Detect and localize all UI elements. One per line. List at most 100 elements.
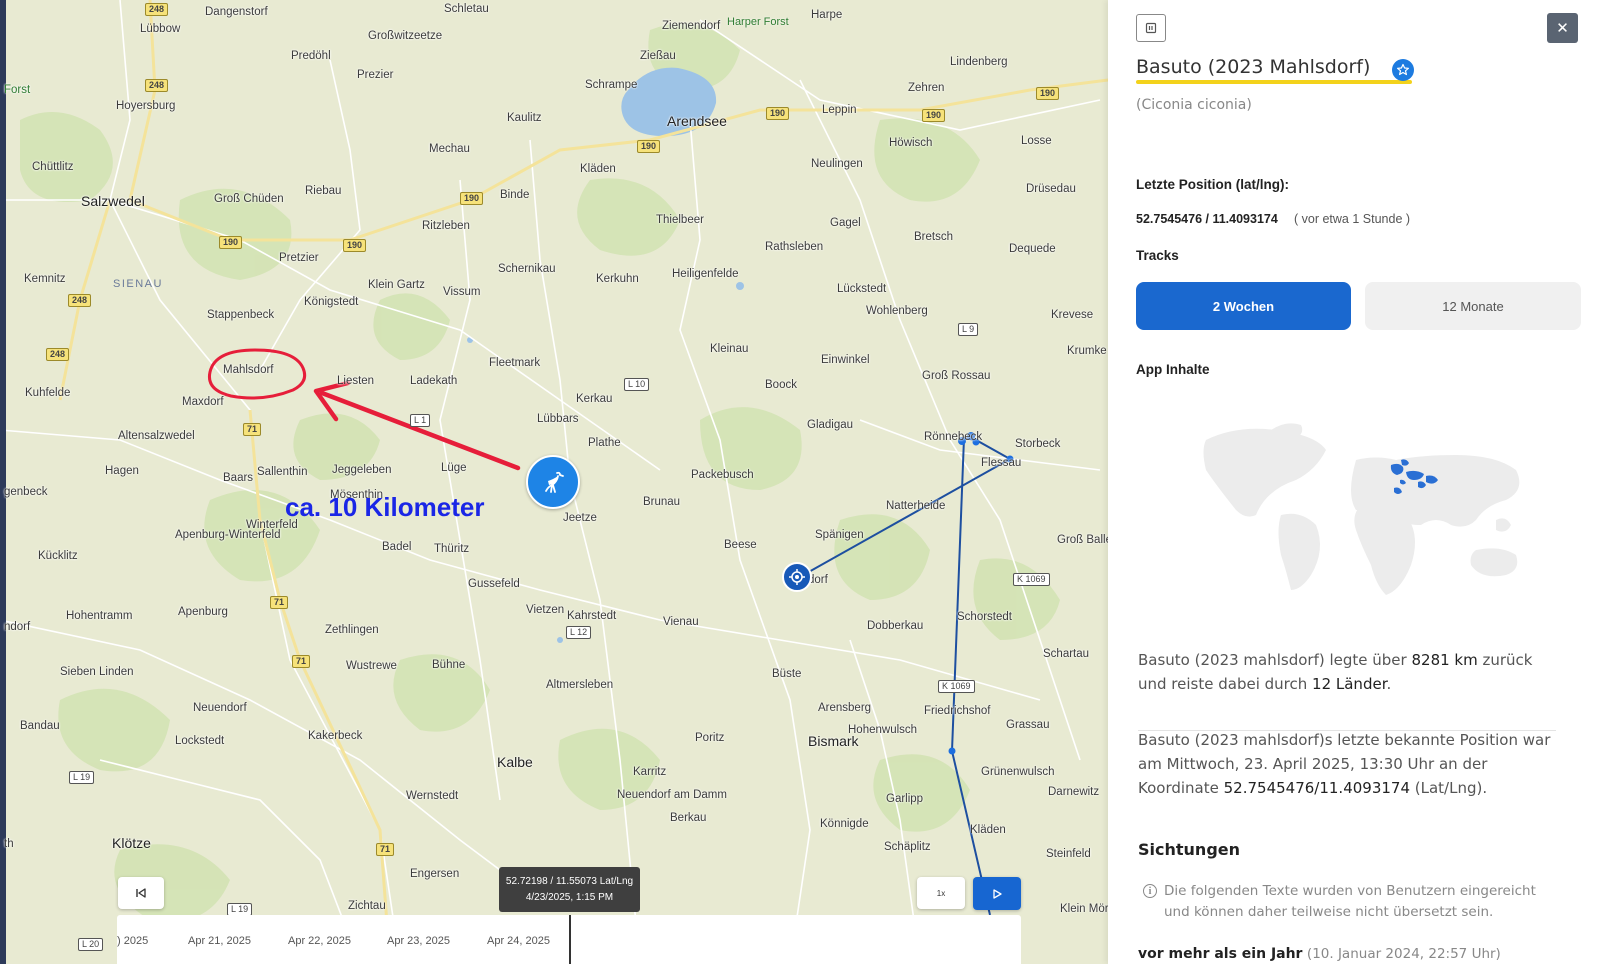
place-label: Thielbeer [656,214,704,226]
place-label: Brunau [643,496,681,508]
place-label: Wernstedt [406,790,459,802]
road-shield: 190 [922,109,946,122]
route-start-marker[interactable] [782,562,812,592]
favorite-badge[interactable] [1392,59,1414,81]
place-label: Krumke [1067,345,1107,357]
track-12-months-button[interactable]: 12 Monate [1365,282,1581,330]
place-label: th [4,838,14,850]
road-shield: L 20 [78,938,104,951]
road-shield: K 1069 [1013,573,1050,586]
place-label: Hagen [105,465,139,477]
world-countries-map [1203,423,1520,595]
place-label: Bretsch [914,231,953,243]
play-button[interactable] [973,877,1021,910]
last-position-age: ( vor etwa 1 Stunde ) [1294,212,1411,226]
place-label: Apenburg [178,606,228,618]
place-label: Friedrichshof [924,705,991,717]
town-label: Arendsee [667,113,727,129]
road-shield: L 19 [69,771,95,784]
place-label: Hohentramm [66,610,133,622]
place-label: Karritz [633,766,667,778]
country-count: 12 Länder [1312,675,1387,693]
place-label: Lüge [441,462,467,474]
timeline-scrubber[interactable]: ) 2025 Apr 21, 2025 Apr 22, 2025 Apr 23,… [117,915,1021,964]
place-label: Klein Gartz [368,279,425,291]
place-label: Kläden [580,163,616,175]
place-label: Bühne [432,659,466,671]
town-label: Klötze [112,835,151,851]
timeline-date: ) 2025 [117,935,149,947]
place-label: Riebau [305,185,342,197]
place-label: Neuendorf [193,702,247,714]
place-label: Rönnebeck [924,431,983,443]
stork-position-marker[interactable] [526,455,580,509]
place-label: Packebusch [691,469,754,481]
place-label: Höwisch [889,137,933,149]
place-label: Schletau [444,3,489,15]
stork-icon [545,471,564,493]
distance-value: 8281 km [1411,651,1478,669]
place-label: Groß Chüden [214,193,284,205]
close-button[interactable]: ✕ [1547,13,1578,43]
play-icon [993,888,1002,899]
place-label: Thüritz [434,543,470,555]
place-label: Storbeck [1015,438,1061,450]
place-label: Kakerbeck [308,730,363,742]
place-label: Schernikau [498,263,556,275]
tracks-label: Tracks [1136,248,1179,263]
place-label: Jeggeleben [332,464,392,476]
map-left-edge [0,0,6,964]
place-label: Dequede [1009,243,1056,255]
place-label: Mechau [429,143,470,155]
place-label: Harpe [811,9,843,21]
map-view[interactable]: Salzwedel Arendsee Kalbe Bismark Klötze … [0,0,1108,964]
place-label: Groß Rossau [922,370,991,382]
place-label: Lindenberg [950,56,1008,68]
place-label: Schorstedt [957,611,1012,623]
place-label: Natterheide [886,500,946,512]
place-label: Fleetmark [489,357,541,369]
playback-speed-button[interactable]: 1x [917,877,965,909]
track-2-weeks-button[interactable]: 2 Wochen [1136,282,1351,330]
place-label: Lübbars [537,413,579,425]
place-label: Vietzen [526,604,565,616]
place-label: Schäplitz [884,841,931,853]
place-label: Apenburg-Winterfeld [175,529,281,541]
place-label: Sallenthin [257,466,308,478]
place-label: Arensberg [818,702,872,714]
place-label: Neulingen [811,158,863,170]
place-label: Groß Ballerstedt [1057,534,1108,546]
road-shield: 71 [292,655,311,668]
place-label: Altensalzwedel [118,430,195,442]
place-label: Zehren [908,82,945,94]
timeline-date: Apr 24, 2025 [487,935,550,947]
place-label: Leppin [822,104,857,116]
coordinate-tooltip: 52.72198 / 11.55073 Lat/Lng 4/23/2025, 1… [499,867,640,912]
place-label: Ladekath [410,375,458,387]
place-label: Großwitzeetze [368,30,443,42]
place-label: Liesten [337,375,375,387]
place-label: Stappenbeck [207,309,275,321]
place-label: Binde [500,189,530,201]
bird-name: Basuto (2023 Mahlsdorf) [1136,56,1371,78]
place-label: Grassau [1006,719,1050,731]
place-label: Berkau [670,812,707,824]
info-icon: i [1143,884,1157,898]
place-label: Heiligenfelde [672,268,739,280]
place-label: Krevese [1051,309,1094,321]
place-label: Losse [1021,135,1052,147]
app-root: Salzwedel Arendsee Kalbe Bismark Klötze … [0,0,1605,964]
place-label: Hoyersburg [116,100,176,112]
place-label: Kuhfelde [25,387,71,399]
place-label: Garlipp [886,793,924,805]
place-label: Badel [382,541,412,553]
sightings-note-text: Die folgenden Texte wurden von Benutzern… [1164,883,1536,920]
place-label: Kläden [970,824,1006,836]
toggle-panel-button[interactable] [1136,14,1166,42]
place-label: Steinfeld [1046,848,1091,860]
place-label: Kerkau [576,393,613,405]
timeline-date: Apr 23, 2025 [387,935,450,947]
road-shield: L 10 [624,378,650,391]
timeline-cursor[interactable] [569,915,571,964]
skip-to-start-button[interactable] [118,877,164,909]
